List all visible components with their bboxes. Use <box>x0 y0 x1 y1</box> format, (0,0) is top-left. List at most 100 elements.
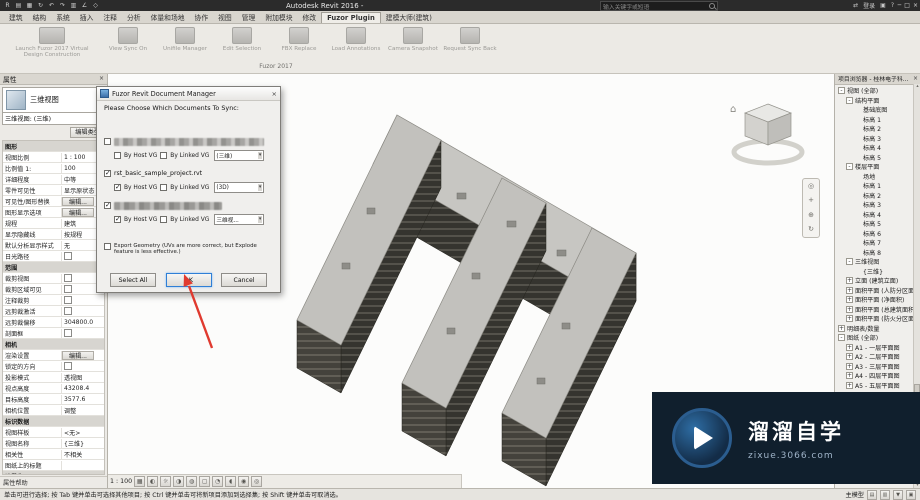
property-value[interactable] <box>62 362 104 370</box>
tree-toggle-icon[interactable]: - <box>846 163 853 170</box>
tree-item[interactable]: - 视图 (全部) <box>835 86 920 96</box>
ribbon-tab[interactable]: 附加模块 <box>260 11 297 23</box>
open-icon[interactable]: ▤ <box>14 1 23 10</box>
property-value[interactable]: 编辑... <box>62 208 94 217</box>
tree-toggle-icon[interactable] <box>854 220 861 227</box>
minimize-icon[interactable]: ─ <box>898 2 902 9</box>
tree-item[interactable]: - 三维视图 <box>835 257 920 267</box>
by-linked-vg-checkbox[interactable] <box>160 152 167 159</box>
temporary-hide-icon[interactable]: ◖ <box>225 476 236 487</box>
print-icon[interactable]: ▥ <box>69 1 78 10</box>
view-select-dropdown[interactable]: (三维) ▾ <box>214 150 264 161</box>
tree-toggle-icon[interactable]: + <box>846 306 853 313</box>
tree-toggle-icon[interactable] <box>854 201 861 208</box>
property-value[interactable]: 透视图 <box>62 373 104 382</box>
tree-item[interactable]: - 图纸 (全部) <box>835 333 920 343</box>
property-value[interactable] <box>62 329 104 337</box>
close-icon[interactable]: × <box>913 75 918 82</box>
select-toggle-icon[interactable]: ▣ <box>906 490 916 500</box>
tree-toggle-icon[interactable]: - <box>846 97 853 104</box>
tree-item[interactable]: + A4 - 四层平面图 <box>835 371 920 381</box>
close-icon[interactable]: × <box>913 2 918 9</box>
property-value[interactable] <box>62 296 104 304</box>
tree-toggle-icon[interactable]: + <box>846 296 853 303</box>
close-icon[interactable]: × <box>99 75 104 82</box>
tree-item[interactable]: + A1 - 一层平面图 <box>835 343 920 353</box>
tree-item[interactable]: 标高 2 <box>835 191 920 201</box>
tree-toggle-icon[interactable] <box>854 125 861 132</box>
restore-icon[interactable]: □ <box>904 2 910 9</box>
tree-toggle-icon[interactable]: + <box>846 287 853 294</box>
property-value[interactable]: 编辑... <box>62 351 94 360</box>
measure-icon[interactable]: ∠ <box>80 1 89 10</box>
tree-item[interactable]: + A2 - 二层平面图 <box>835 352 920 362</box>
ribbon-tab[interactable]: 体量和场地 <box>146 11 190 23</box>
tree-toggle-icon[interactable]: - <box>838 334 845 341</box>
ribbon-tab[interactable]: 视图 <box>213 11 237 23</box>
dialog-button[interactable]: Select All <box>110 273 156 287</box>
visual-style-icon[interactable]: ◐ <box>147 476 158 487</box>
ribbon-button[interactable]: View Sync On <box>101 26 155 52</box>
tree-toggle-icon[interactable]: + <box>846 382 853 389</box>
tree-toggle-icon[interactable]: + <box>846 315 853 322</box>
tree-item[interactable]: + 面积平面 (防火分区面积) <box>835 314 920 324</box>
tree-item[interactable]: 标高 8 <box>835 248 920 258</box>
redo-icon[interactable]: ↷ <box>58 1 67 10</box>
tree-item[interactable]: - 楼层平面 <box>835 162 920 172</box>
tree-item[interactable]: 标高 1 <box>835 115 920 125</box>
property-value[interactable]: 43208.4 <box>62 385 104 392</box>
ribbon-button[interactable]: Edit Selection <box>215 26 269 52</box>
tree-item[interactable]: 标高 4 <box>835 210 920 220</box>
property-value[interactable] <box>62 307 104 315</box>
tree-item[interactable]: - 结构平面 <box>835 96 920 106</box>
app-menu-icon[interactable]: R <box>3 1 12 10</box>
tree-item[interactable]: 标高 2 <box>835 124 920 134</box>
tree-toggle-icon[interactable] <box>854 154 861 161</box>
tree-item[interactable]: 标高 4 <box>835 143 920 153</box>
property-value[interactable]: 304800.0 <box>62 319 104 326</box>
ribbon-tab[interactable]: 建筑 <box>4 11 28 23</box>
view-cube[interactable]: ⌂ <box>729 98 807 170</box>
tree-item[interactable]: 标高 1 <box>835 181 920 191</box>
shadows-icon[interactable]: ◑ <box>173 476 184 487</box>
document-checkbox[interactable] <box>104 138 111 145</box>
filter-icon[interactable]: ▼ <box>893 490 903 500</box>
by-host-vg-checkbox[interactable] <box>114 216 121 223</box>
navigation-wheel-icon[interactable]: ◎ <box>808 183 814 190</box>
worksets-icon[interactable]: ▤ <box>867 490 877 500</box>
detail-level-icon[interactable]: ▦ <box>134 476 145 487</box>
sync-icon[interactable]: ↻ <box>36 1 45 10</box>
tree-item[interactable]: + A5 - 五层平面图 <box>835 381 920 391</box>
tree-toggle-icon[interactable]: + <box>838 325 845 332</box>
tree-item[interactable]: + 面积平面 (净面积) <box>835 295 920 305</box>
tree-toggle-icon[interactable] <box>854 211 861 218</box>
tree-toggle-icon[interactable]: + <box>846 372 853 379</box>
tree-item[interactable]: + 面积平面 (人防分区面积) <box>835 286 920 296</box>
tree-toggle-icon[interactable] <box>854 144 861 151</box>
by-host-vg-checkbox[interactable] <box>114 184 121 191</box>
tree-item[interactable]: 标高 6 <box>835 229 920 239</box>
save-icon[interactable]: ▦ <box>25 1 34 10</box>
tree-item[interactable]: + 明细表/数量 <box>835 324 920 334</box>
design-options-icon[interactable]: ▥ <box>880 490 890 500</box>
pan-icon[interactable]: + <box>808 197 814 204</box>
search-input[interactable]: 输入关键字或短语 <box>600 1 718 11</box>
render-icon[interactable]: ◍ <box>186 476 197 487</box>
tree-toggle-icon[interactable] <box>854 239 861 246</box>
tree-toggle-icon[interactable]: + <box>846 353 853 360</box>
reveal-hidden-icon[interactable]: ◉ <box>238 476 249 487</box>
ribbon-button[interactable]: Request Sync Back <box>443 26 497 52</box>
temporary-view-icon[interactable]: ◎ <box>251 476 262 487</box>
tree-item[interactable]: + A3 - 三层平面图 <box>835 362 920 372</box>
property-value[interactable]: {三维} <box>62 439 104 448</box>
crop-view-icon[interactable]: ▢ <box>199 476 210 487</box>
tree-toggle-icon[interactable] <box>854 268 861 275</box>
ribbon-tab[interactable]: 结构 <box>28 11 52 23</box>
by-host-vg-checkbox[interactable] <box>114 152 121 159</box>
dialog-titlebar[interactable]: Fuzor Revit Document Manager × <box>97 87 280 101</box>
ribbon-button[interactable]: Camera Snapshot <box>386 26 440 52</box>
store-icon[interactable]: ▣ <box>880 2 886 9</box>
ribbon-button[interactable]: Unifile Manager <box>158 26 212 52</box>
tree-item[interactable]: 标高 7 <box>835 238 920 248</box>
tree-toggle-icon[interactable] <box>854 116 861 123</box>
